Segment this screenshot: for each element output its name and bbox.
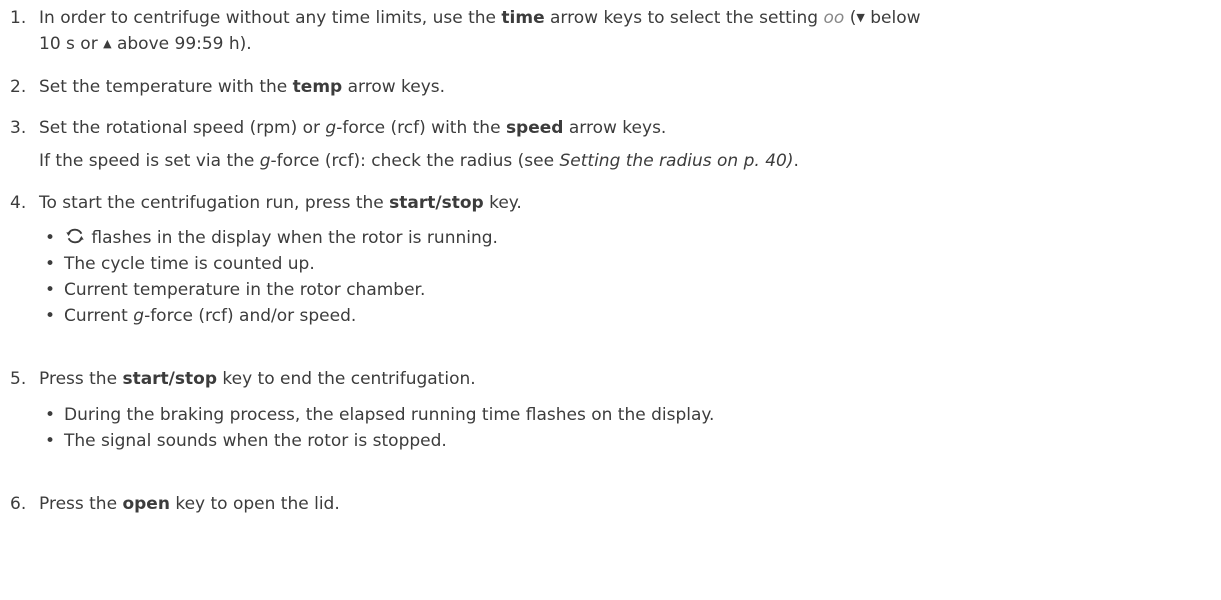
step-text: Set the rotational speed (rpm) or g-forc… [39, 118, 667, 138]
step-6: 6. Press the open key to open the lid. [10, 491, 1200, 517]
key-name-speed: speed [505, 118, 564, 138]
key-name-open: open [122, 494, 170, 514]
bullet-marker: • [45, 306, 56, 326]
step-number: 4. [10, 193, 27, 213]
bullet-marker: • [45, 280, 56, 300]
key-name-start-stop: start/stop [389, 193, 484, 213]
bullet-marker: • [45, 254, 56, 274]
list-item: • flashes in the display when the rotor … [45, 225, 498, 251]
key-name-start-stop: start/stop [122, 369, 217, 389]
step-number: 6. [10, 494, 27, 514]
arrow-down-icon: ▼ [856, 11, 865, 24]
list-item: • Current g-force (rcf) and/or speed. [45, 303, 356, 329]
step-5: 5. Press the start/stop key to end the c… [10, 366, 1200, 392]
list-item: • The cycle time is counted up. [45, 251, 315, 277]
list-item: • The signal sounds when the rotor is st… [45, 428, 447, 454]
list-item: • During the braking process, the elapse… [45, 402, 714, 428]
step-3-note: If the speed is set via the g-force (rcf… [39, 151, 799, 171]
step-text: To start the centrifugation run, press t… [39, 193, 522, 213]
step-text: Press the start/stop key to end the cent… [39, 369, 476, 389]
bullet-marker: • [45, 431, 56, 451]
step-text: Press the open key to open the lid. [39, 494, 340, 514]
step-number: 3. [10, 118, 27, 138]
rotor-running-icon [66, 228, 84, 244]
step-2: 2. Set the temperature with the temp arr… [10, 74, 1200, 100]
arrow-up-icon: ▲ [103, 37, 112, 50]
step-number: 1. [10, 8, 27, 28]
step-text: In order to centrifuge without any time … [39, 8, 921, 54]
setting-infinite: oo [823, 8, 845, 28]
step-text: Set the temperature with the temp arrow … [39, 77, 446, 97]
key-name-temp: temp [292, 77, 343, 97]
step-1: 1. In order to centrifuge without any ti… [10, 5, 1200, 57]
step-4: 4. To start the centrifugation run, pres… [10, 190, 1200, 216]
bullet-marker: • [45, 405, 56, 425]
step-3: 3. Set the rotational speed (rpm) or g-f… [10, 115, 1200, 141]
list-item: • Current temperature in the rotor chamb… [45, 277, 425, 303]
cross-reference-link[interactable]: Setting the radius on p. 40) [559, 151, 793, 171]
bullet-marker: • [45, 228, 56, 248]
step-number: 5. [10, 369, 27, 389]
instructions-page: 1. In order to centrifuge without any ti… [0, 0, 1221, 600]
key-name-time: time [501, 8, 545, 28]
step-number: 2. [10, 77, 27, 97]
